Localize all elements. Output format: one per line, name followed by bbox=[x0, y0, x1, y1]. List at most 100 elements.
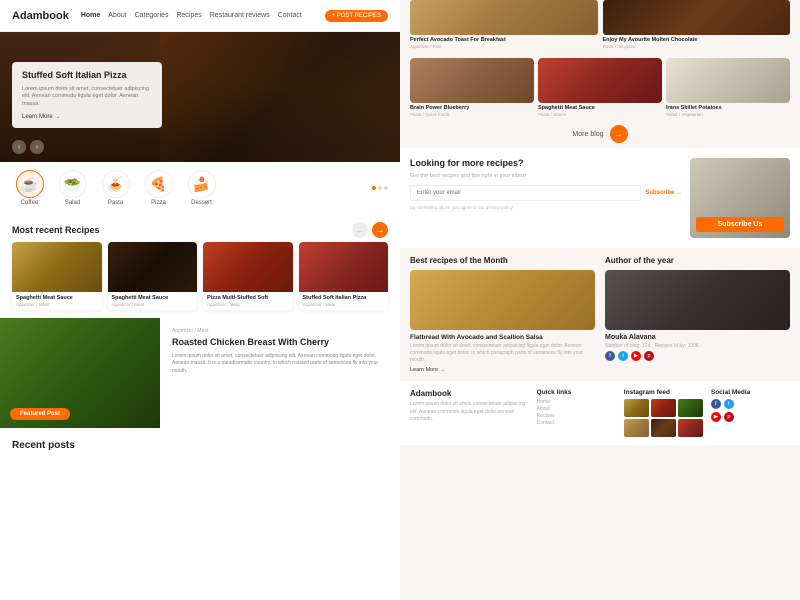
footer-link-home[interactable]: Home bbox=[537, 399, 616, 405]
insta-img-3[interactable] bbox=[678, 399, 703, 417]
subscribe-inline-button[interactable]: Subscribe → bbox=[645, 185, 682, 201]
footer-instagram-col: Instagram feed bbox=[624, 389, 703, 437]
footer-social-col: Social Media f t ▶ p bbox=[711, 389, 790, 437]
mid-cat-1: Pasta / Quick foods bbox=[410, 112, 534, 117]
top-image-2 bbox=[603, 0, 791, 35]
nav-contact[interactable]: Contact bbox=[278, 12, 302, 19]
top-cat-1: Appetizer / Fast bbox=[410, 44, 598, 49]
dot-1 bbox=[372, 186, 376, 190]
nav-about[interactable]: About bbox=[108, 12, 126, 19]
recipe-card-3[interactable]: Pizza Multi-Stuffed Soft Appetizer / Mea… bbox=[203, 242, 293, 310]
mid-title-3: Irans Skillet Potatoes bbox=[666, 105, 790, 112]
subscribe-desc: Get the best recipes and tips right in y… bbox=[410, 173, 682, 179]
subscribe-image: Subscribe Us bbox=[690, 158, 790, 238]
more-blog-button[interactable]: → bbox=[610, 125, 628, 143]
author-stats: Number of blog: 124 Recipes Id by: 100K bbox=[605, 343, 790, 349]
category-coffee[interactable]: ☕ Coffee bbox=[12, 170, 47, 206]
author-social: f t ▶ p bbox=[605, 351, 790, 361]
author-blog-label: Number of blog: bbox=[605, 343, 642, 349]
recipe-card-4[interactable]: Stuffed Soft Italian Pizza Appetizer / M… bbox=[299, 242, 389, 310]
mid-title-2: Spaghetti Meat Sauce bbox=[538, 105, 662, 112]
nav-categories[interactable]: Categories bbox=[135, 12, 169, 19]
recipe-card-2[interactable]: Spaghetti Meat Sauce Appetizer / Meat bbox=[108, 242, 198, 310]
footer-quick-links-col: Quick links Home About Recipes Contact bbox=[537, 389, 616, 437]
social-title: Social Media bbox=[711, 389, 790, 396]
recipe-next-btn[interactable]: → bbox=[372, 222, 388, 238]
insta-img-4[interactable] bbox=[624, 419, 649, 437]
mid-image-3 bbox=[666, 58, 790, 103]
recipe-image-3 bbox=[203, 242, 293, 292]
youtube-icon[interactable]: ▶ bbox=[631, 351, 641, 361]
recipe-cat-1: Appetizer / Meat bbox=[16, 302, 98, 307]
subscribe-us-button[interactable]: Subscribe Us bbox=[696, 217, 784, 232]
footer-link-about[interactable]: About bbox=[537, 406, 616, 412]
pizza-icon: 🍕 bbox=[145, 170, 173, 198]
footer-desc: Lorem ipsum dolor sit amet, consectetuer… bbox=[410, 401, 529, 424]
hero-nav-arrows: ‹ › bbox=[12, 140, 44, 154]
footer-twitter-icon[interactable]: t bbox=[724, 399, 734, 409]
pinterest-icon[interactable]: p bbox=[644, 351, 654, 361]
twitter-icon[interactable]: t bbox=[618, 351, 628, 361]
featured-badge[interactable]: Featured Post bbox=[10, 408, 70, 420]
nav-recipes[interactable]: Recipes bbox=[176, 12, 201, 19]
featured-section: Featured Post Appetizer / Meat Roasted C… bbox=[0, 318, 400, 428]
recipe-nav: ← → bbox=[352, 222, 388, 238]
recipe-info-4: Stuffed Soft Italian Pizza Appetizer / M… bbox=[299, 292, 389, 310]
insta-img-2[interactable] bbox=[651, 399, 676, 417]
dot-2 bbox=[378, 186, 382, 190]
category-dessert[interactable]: 🍰 Dessert bbox=[184, 170, 219, 206]
recent-posts-label: Recent posts bbox=[0, 434, 400, 454]
footer-youtube-icon[interactable]: ▶ bbox=[711, 412, 721, 422]
footer-facebook-icon[interactable]: f bbox=[711, 399, 721, 409]
hero-prev-arrow[interactable]: ‹ bbox=[12, 140, 26, 154]
footer-logo: Adambook bbox=[410, 389, 529, 398]
subscribe-section: Looking for more recipes? Get the best r… bbox=[400, 148, 800, 248]
facebook-icon[interactable]: f bbox=[605, 351, 615, 361]
mid-image-1 bbox=[410, 58, 534, 103]
recent-recipes-title: Most recent Recipes bbox=[12, 225, 100, 235]
category-pasta[interactable]: 🍝 Pasta bbox=[98, 170, 133, 206]
hero-next-arrow[interactable]: › bbox=[30, 140, 44, 154]
author-image bbox=[605, 270, 790, 330]
mid-card-1[interactable]: Brain Power Blueberry Pasta / Quick food… bbox=[410, 58, 534, 117]
instagram-title: Instagram feed bbox=[624, 389, 703, 396]
nav-reviews[interactable]: Restaurant reviews bbox=[210, 12, 270, 19]
recipe-grid: Spaghetti Meat Sauce Appetizer / Meat Sp… bbox=[0, 242, 400, 318]
pasta-label: Pasta bbox=[108, 200, 123, 206]
subscribe-content: Looking for more recipes? Get the best r… bbox=[410, 158, 682, 238]
footer-social-row-1: f t bbox=[711, 399, 790, 409]
middle-grid: Brain Power Blueberry Pasta / Quick food… bbox=[400, 52, 800, 120]
featured-image: Featured Post bbox=[0, 318, 160, 428]
hero-learn-more[interactable]: Learn More → bbox=[22, 114, 152, 120]
top-featured-row: Perfect Avocado Toast For Breakfast Appe… bbox=[400, 0, 800, 52]
recipe-info-2: Spaghetti Meat Sauce Appetizer / Meat bbox=[108, 292, 198, 310]
top-card-1[interactable]: Perfect Avocado Toast For Breakfast Appe… bbox=[410, 0, 598, 49]
recipe-name-4: Stuffed Soft Italian Pizza bbox=[303, 295, 385, 302]
recipe-card-1[interactable]: Spaghetti Meat Sauce Appetizer / Meat bbox=[12, 242, 102, 310]
nav-home[interactable]: Home bbox=[81, 12, 100, 19]
mid-card-2[interactable]: Spaghetti Meat Sauce Pasta / Sauce bbox=[538, 58, 662, 117]
insta-img-6[interactable] bbox=[678, 419, 703, 437]
best-learn-more[interactable]: Learn More → bbox=[410, 367, 595, 373]
top-card-2[interactable]: Enjoy My Avourite Molten Chocolate Pizza… bbox=[603, 0, 791, 49]
category-salad[interactable]: 🥗 Salad bbox=[55, 170, 90, 206]
top-title-2: Enjoy My Avourite Molten Chocolate bbox=[603, 37, 791, 44]
mid-card-3[interactable]: Irans Skillet Potatoes Salad / Vegetaria… bbox=[666, 58, 790, 117]
recipe-cat-3: Appetizer / Meat bbox=[207, 302, 289, 307]
email-input[interactable] bbox=[410, 185, 641, 201]
recipe-prev-btn[interactable]: ← bbox=[352, 222, 368, 238]
salad-icon: 🥗 bbox=[59, 170, 87, 198]
more-blog-link[interactable]: More blog bbox=[572, 131, 603, 138]
footer-link-contact[interactable]: Contact bbox=[537, 420, 616, 426]
insta-img-1[interactable] bbox=[624, 399, 649, 417]
best-author-section: Best recipes of the Month Flatbread With… bbox=[400, 248, 800, 381]
footer-pinterest-icon[interactable]: p bbox=[724, 412, 734, 422]
category-pizza[interactable]: 🍕 Pizza bbox=[141, 170, 176, 206]
footer-link-recipes[interactable]: Recipes bbox=[537, 413, 616, 419]
mid-cat-2: Pasta / Sauce bbox=[538, 112, 662, 117]
footer-social-icons: f t ▶ p bbox=[711, 399, 790, 422]
post-recipes-button[interactable]: + POST RECIPES bbox=[325, 10, 388, 22]
insta-img-5[interactable] bbox=[651, 419, 676, 437]
coffee-label: Coffee bbox=[21, 200, 39, 206]
recent-recipes-header: Most recent Recipes ← → bbox=[0, 214, 400, 242]
